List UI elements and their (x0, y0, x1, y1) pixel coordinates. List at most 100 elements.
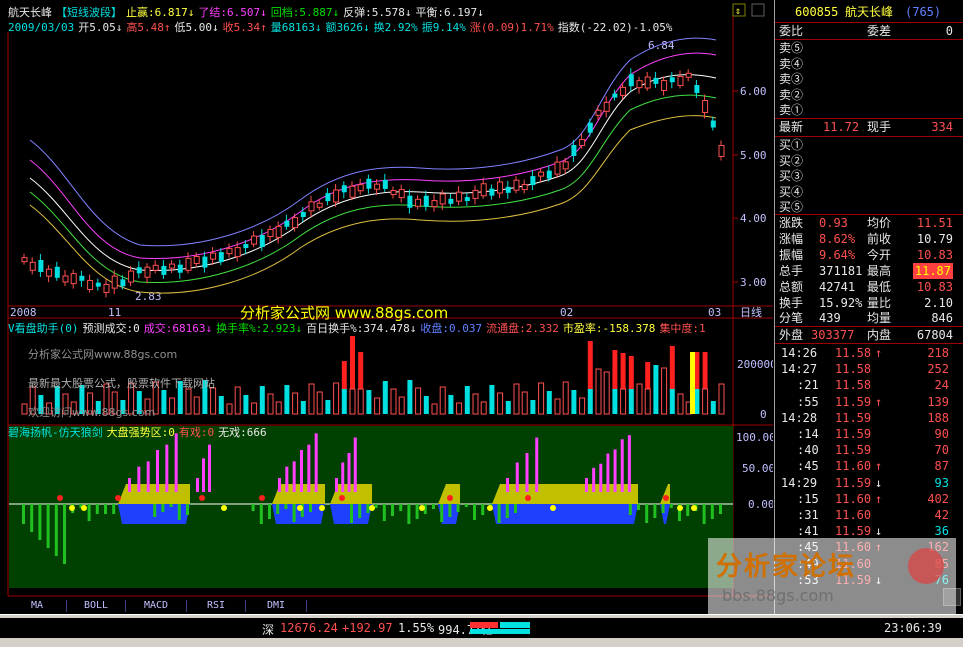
tick-v: 76 (934, 572, 949, 587)
tick-v: 218 (927, 346, 949, 360)
order-level-label: 买③ (779, 169, 804, 184)
weak-zone-block (492, 504, 638, 524)
volume-bar (497, 392, 504, 415)
order-level-row: 买④ (775, 184, 963, 200)
spike-bar (314, 433, 318, 492)
scroll-button[interactable] (943, 588, 961, 606)
tab-boll[interactable]: BOLL (67, 600, 126, 612)
negative-bar (669, 504, 673, 508)
tick-p: 11.60 (835, 491, 872, 506)
candle-body (111, 275, 118, 289)
candle-body (21, 257, 28, 263)
tick-v: 402 (927, 491, 949, 506)
quote-stat-l2: 最低 (867, 279, 892, 294)
watermark-line-1: 分析家公式网www.88gs.com (28, 348, 178, 361)
tick-row: :40 11.59 70 (775, 442, 963, 458)
candle-body (530, 176, 536, 186)
negative-bar (653, 504, 657, 518)
tab-rsi[interactable]: RSI (187, 600, 246, 612)
quote-stat-v1: 8.62% (819, 231, 856, 246)
candle-body (538, 171, 545, 177)
price-tick: 4.00 (740, 212, 767, 225)
spike-bar (307, 444, 311, 492)
tick-a: ↑ (875, 540, 883, 555)
signal-dot (369, 505, 375, 511)
volume-bar-top (350, 336, 355, 389)
tab-macd[interactable]: MACD (126, 600, 187, 612)
order-level-label: 卖① (779, 103, 804, 118)
candlesticks (21, 68, 725, 298)
volume-bar-top (612, 350, 618, 389)
quote-stat-row: 总额 42741 最低 10.83 (775, 279, 963, 295)
order-level-row: 卖④ (775, 56, 963, 72)
date-tick: 02 (560, 306, 573, 319)
volume-bar (374, 397, 381, 415)
candle-body (554, 161, 561, 175)
candle-body (587, 122, 593, 133)
negative-bar (514, 504, 517, 513)
negative-bar (259, 504, 263, 524)
index-pct: 1.55% (398, 621, 435, 635)
volume-bar (439, 386, 446, 415)
tab-ma[interactable]: MA (8, 600, 67, 612)
quote-stat-l1: 涨跌 (779, 216, 804, 230)
tick-row: :45 11.60 ↑ 162 (775, 539, 963, 555)
negative-bar (710, 504, 714, 519)
volume-bar-highlight (690, 352, 695, 414)
indicator2-name[interactable]: 碧海扬帆-仿天狼剑 (8, 426, 103, 439)
volume-bar (333, 382, 340, 415)
quote-panel: 600855 航天长峰 (765) 委比 委差 0 卖⑤ 卖④ 卖③ 卖② 卖① 最新 … (774, 0, 963, 614)
quote-stat-l1: 换手 (779, 295, 804, 310)
quote-stat-v1: 371181 (819, 263, 863, 278)
volume-bar (521, 391, 528, 415)
candle-body (275, 225, 282, 238)
signal-dot (115, 495, 121, 501)
negative-bar (505, 504, 509, 518)
tick-t: 14:29 (781, 475, 818, 490)
tab-dmi[interactable]: DMI (246, 600, 307, 612)
quote-stat-v1: 9.64% (819, 247, 856, 262)
scroll-up-icon[interactable] (751, 3, 765, 17)
volume-bar (415, 387, 422, 415)
signal-dot (487, 505, 493, 511)
quote-stat-v1: 439 (819, 311, 841, 326)
candle-body (210, 252, 217, 260)
spike-bar (128, 478, 131, 492)
strong-zone: 大盘强势区:0 (106, 426, 175, 439)
tick-row: :14 11.59 90 (775, 426, 963, 442)
tick-row: :41 11.59 ↓ 36 (775, 523, 963, 539)
candle-body (226, 248, 233, 255)
candle-body (562, 161, 569, 170)
volume-bar (357, 388, 364, 415)
volume-bar (530, 400, 536, 414)
volume-bar (21, 403, 28, 415)
indicator1-name[interactable]: V看盘助手(0) (8, 322, 79, 335)
tick-a: ↓ (875, 572, 883, 587)
candle-body (497, 181, 504, 194)
band-mid (29, 74, 717, 271)
chart-area[interactable]: 航天长峰 【短线波段】 止赢:6.817↓ 了结:6.507↓ 回档:5.887↓ 反弹:… (0, 0, 773, 614)
signal-dot (221, 505, 227, 511)
quote-stat-row: 涨幅 8.62% 前收 10.79 (775, 231, 963, 247)
tick-v: 93 (934, 475, 949, 490)
tick-p: 11.59 (835, 410, 872, 425)
volume-bar (300, 401, 306, 414)
tick-a: ↓ (875, 524, 883, 539)
quote-stat-v2: 2.10 (924, 295, 953, 310)
negative-bar (497, 504, 501, 523)
volume-bar-top (358, 352, 364, 389)
order-level-label: 卖⑤ (779, 41, 804, 55)
watermark-line-3: 欢迎访问www.88gs.com (28, 406, 156, 419)
volume-bar (456, 402, 463, 415)
candle-body (439, 193, 446, 205)
volume-bar (234, 386, 241, 415)
volume-bar (226, 403, 233, 415)
quote-stat-v2: 11.51 (916, 216, 953, 230)
negative-bar (637, 504, 640, 510)
signal-dot (69, 505, 75, 511)
tick-v: 42 (934, 508, 949, 522)
signal-dot (447, 495, 453, 501)
tick-p: 11.59 (835, 427, 872, 441)
spike-bar (606, 453, 610, 492)
candle-body (636, 80, 643, 89)
